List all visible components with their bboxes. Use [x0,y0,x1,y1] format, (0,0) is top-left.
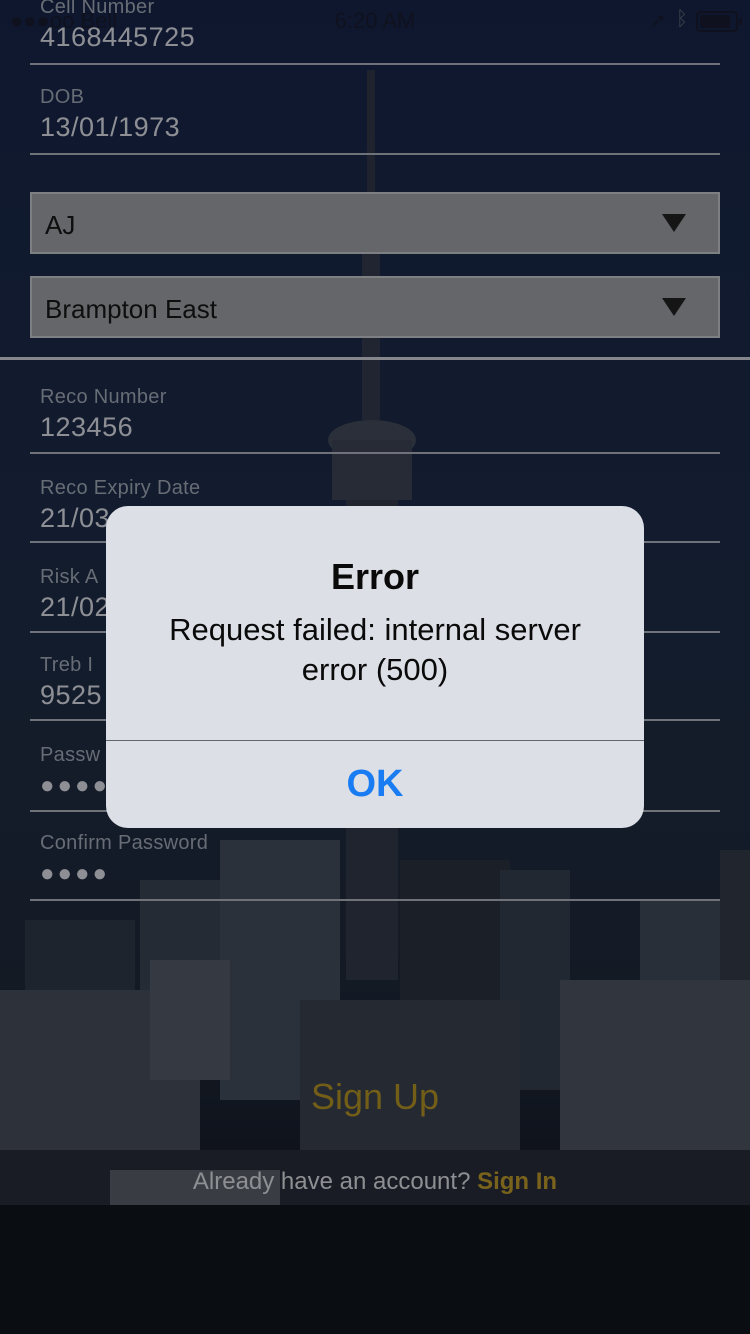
ok-button[interactable]: OK [106,741,644,828]
error-alert-dialog: Error Request failed: internal server er… [106,506,644,828]
alert-title: Error [330,556,420,597]
alert-message: Request failed: internal server error (5… [169,612,581,687]
